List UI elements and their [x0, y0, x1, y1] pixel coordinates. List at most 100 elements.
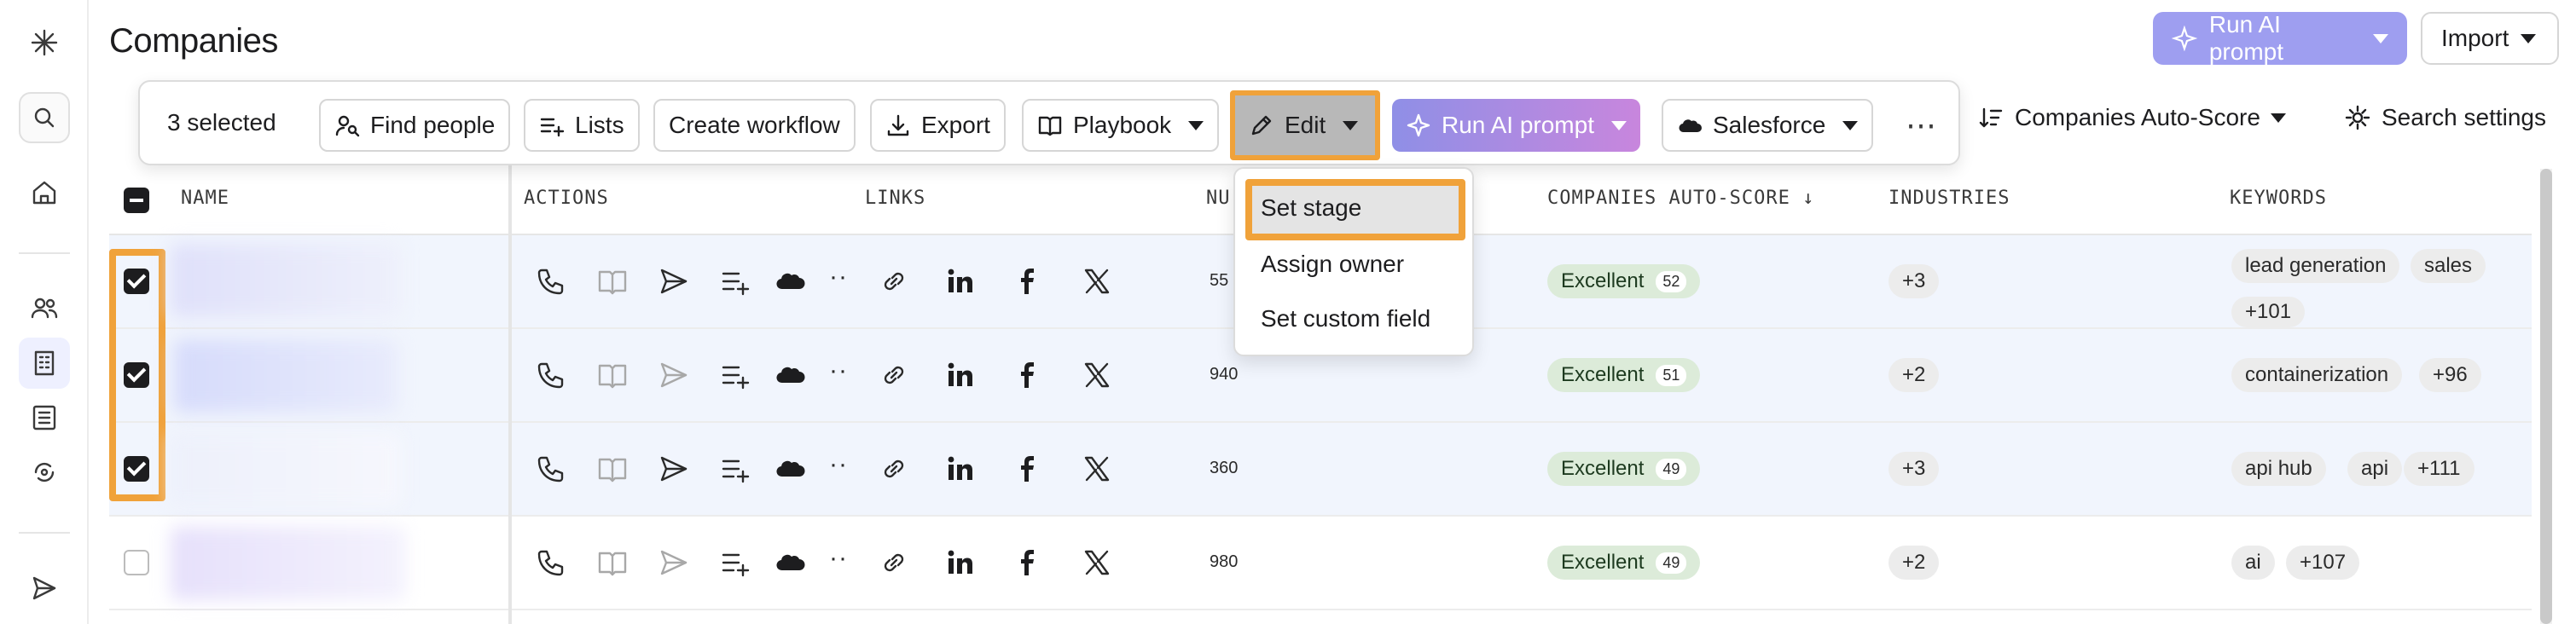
- export-button[interactable]: Export: [870, 99, 1006, 152]
- salesforce-icon[interactable]: [771, 450, 809, 488]
- import-button[interactable]: Import: [2421, 12, 2559, 65]
- linkedin-icon[interactable]: [942, 263, 979, 300]
- industries-more-badge[interactable]: +2: [1888, 546, 1940, 580]
- salesforce-icon[interactable]: [771, 544, 809, 581]
- column-header-autoscore[interactable]: COMPANIES AUTO-SCORE ↓: [1547, 188, 1814, 209]
- run-ai-prompt-label: Run AI prompt: [2208, 11, 2284, 65]
- playbook-icon[interactable]: [594, 544, 631, 581]
- column-header-keywords[interactable]: KEYWORDS: [2230, 188, 2327, 209]
- row-checkbox[interactable]: [124, 550, 149, 575]
- keyword-tag[interactable]: +96: [2419, 358, 2481, 392]
- edit-button[interactable]: Edit: [1230, 90, 1380, 160]
- menu-item-assign-owner[interactable]: Assign owner: [1261, 251, 1404, 278]
- company-name-blurred[interactable]: [171, 244, 401, 317]
- send-icon[interactable]: [19, 563, 70, 614]
- companies-icon[interactable]: [19, 338, 70, 389]
- company-name-blurred[interactable]: [174, 339, 397, 413]
- keyword-tag[interactable]: ai: [2231, 546, 2275, 580]
- sort-autoscore-button[interactable]: Companies Auto-Score: [1977, 104, 2286, 131]
- website-link-icon[interactable]: [875, 450, 913, 488]
- facebook-icon[interactable]: [1008, 544, 1046, 581]
- send-email-icon[interactable]: [655, 544, 693, 581]
- more-actions-icon[interactable]: ··: [829, 263, 848, 292]
- send-email-icon[interactable]: [655, 450, 693, 488]
- salesforce-icon[interactable]: [771, 263, 809, 300]
- autoscore-badge[interactable]: Excellent 51: [1547, 358, 1701, 392]
- facebook-icon[interactable]: [1008, 356, 1046, 394]
- playbook-icon[interactable]: [594, 356, 631, 394]
- create-workflow-button[interactable]: Create workflow: [653, 99, 856, 152]
- keyword-tag[interactable]: +111: [2404, 452, 2474, 486]
- facebook-icon[interactable]: [1008, 263, 1046, 300]
- run-ai-prompt-button[interactable]: Run AI prompt: [2153, 11, 2407, 65]
- x-twitter-icon[interactable]: [1078, 450, 1116, 488]
- add-to-list-icon[interactable]: [717, 356, 754, 394]
- industries-more-badge[interactable]: +2: [1888, 358, 1940, 392]
- toolbar-run-ai-prompt-button[interactable]: Run AI prompt: [1392, 99, 1640, 152]
- phone-icon[interactable]: [532, 450, 570, 488]
- home-icon[interactable]: [19, 167, 70, 218]
- more-options-icon[interactable]: ⋯: [1895, 99, 1948, 152]
- keyword-tag[interactable]: containerization: [2231, 358, 2403, 392]
- linkedin-icon[interactable]: [942, 356, 979, 394]
- lists-icon[interactable]: [19, 392, 70, 443]
- rail-divider: [19, 532, 70, 534]
- add-to-list-icon[interactable]: [717, 263, 754, 300]
- phone-icon[interactable]: [532, 356, 570, 394]
- people-icon[interactable]: [19, 283, 70, 334]
- more-actions-icon[interactable]: ··: [829, 356, 848, 385]
- salesforce-button[interactable]: Salesforce: [1662, 99, 1874, 152]
- x-twitter-icon[interactable]: [1078, 263, 1116, 300]
- find-people-button[interactable]: Find people: [319, 99, 511, 152]
- menu-item-set-custom-field[interactable]: Set custom field: [1261, 305, 1430, 332]
- more-actions-icon[interactable]: ··: [829, 450, 848, 479]
- keyword-tag[interactable]: api: [2347, 452, 2403, 486]
- sequence-icon[interactable]: [19, 447, 70, 498]
- keyword-tag[interactable]: +101: [2231, 297, 2306, 327]
- salesforce-icon[interactable]: [771, 356, 809, 394]
- table-row[interactable]: [109, 423, 2532, 517]
- autoscore-badge[interactable]: Excellent 49: [1547, 452, 1701, 486]
- column-header-number[interactable]: NU: [1206, 188, 1231, 209]
- search-settings-button[interactable]: Search settings: [2344, 104, 2546, 131]
- search-icon[interactable]: [19, 92, 70, 143]
- column-header-industries[interactable]: INDUSTRIES: [1888, 188, 2010, 209]
- website-link-icon[interactable]: [875, 263, 913, 300]
- keyword-tag[interactable]: api hub: [2231, 452, 2326, 486]
- phone-icon[interactable]: [532, 263, 570, 300]
- autoscore-badge[interactable]: Excellent 52: [1547, 264, 1701, 298]
- x-twitter-icon[interactable]: [1078, 356, 1116, 394]
- playbook-icon[interactable]: [594, 450, 631, 488]
- phone-icon[interactable]: [532, 544, 570, 581]
- playbook-icon[interactable]: [594, 263, 631, 300]
- column-header-links[interactable]: LINKS: [865, 188, 925, 209]
- linkedin-icon[interactable]: [942, 450, 979, 488]
- add-to-list-icon[interactable]: [717, 450, 754, 488]
- company-name-blurred[interactable]: [171, 433, 401, 506]
- facebook-icon[interactable]: [1008, 450, 1046, 488]
- industries-more-badge[interactable]: +3: [1888, 264, 1940, 298]
- x-twitter-icon[interactable]: [1078, 544, 1116, 581]
- table-row[interactable]: [109, 517, 2532, 610]
- keyword-tag[interactable]: +107: [2286, 546, 2360, 580]
- linkedin-icon[interactable]: [942, 544, 979, 581]
- send-email-icon[interactable]: [655, 263, 693, 300]
- autoscore-badge[interactable]: Excellent 49: [1547, 546, 1701, 580]
- more-actions-icon[interactable]: ··: [829, 544, 848, 573]
- send-email-icon[interactable]: [655, 356, 693, 394]
- playbook-button[interactable]: Playbook: [1022, 99, 1220, 152]
- website-link-icon[interactable]: [875, 544, 913, 581]
- lists-button[interactable]: Lists: [524, 99, 640, 152]
- company-name-blurred[interactable]: [171, 527, 406, 600]
- column-header-name[interactable]: NAME: [181, 188, 229, 209]
- add-to-list-icon[interactable]: [717, 544, 754, 581]
- scrollbar-thumb[interactable]: [2540, 169, 2552, 624]
- website-link-icon[interactable]: [875, 356, 913, 394]
- select-all-checkbox[interactable]: [124, 188, 149, 213]
- app-logo-icon[interactable]: [19, 17, 70, 68]
- keyword-tag[interactable]: lead generation: [2231, 249, 2400, 283]
- column-header-actions[interactable]: ACTIONS: [524, 188, 609, 209]
- industries-more-badge[interactable]: +3: [1888, 452, 1940, 486]
- menu-item-set-stage[interactable]: Set stage: [1261, 194, 1361, 222]
- keyword-tag[interactable]: sales: [2411, 249, 2486, 283]
